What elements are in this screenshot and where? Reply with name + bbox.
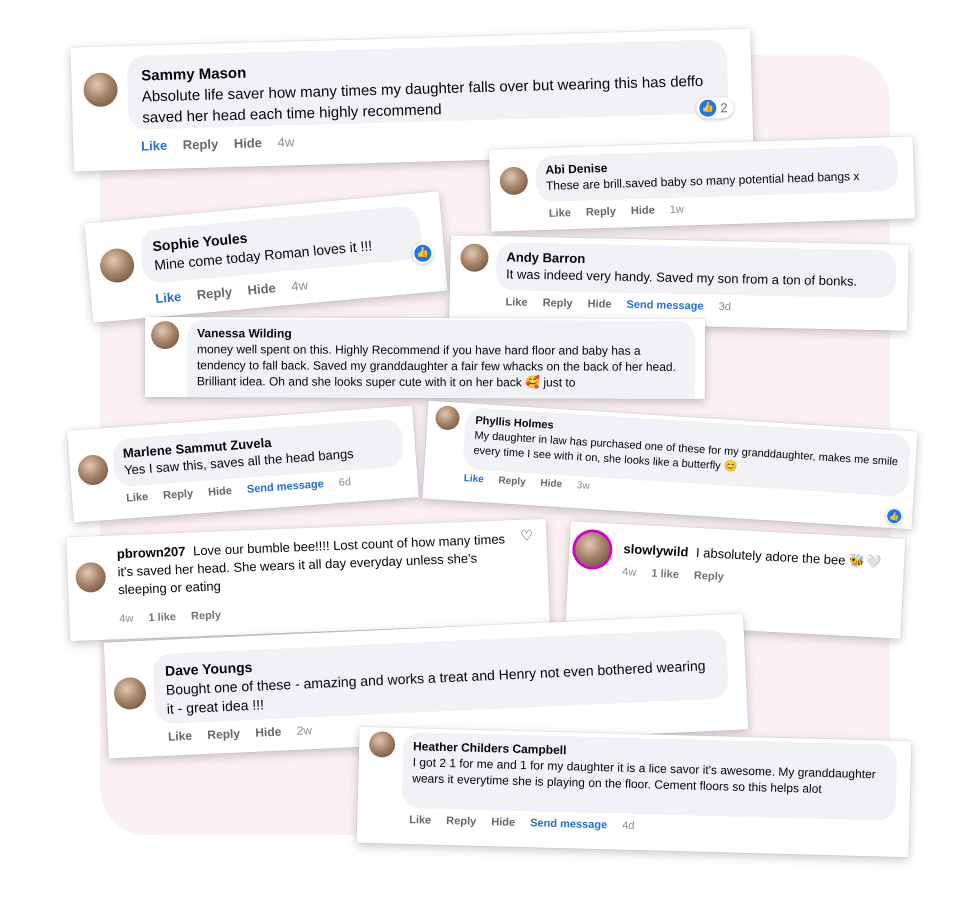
- comment-actions: Like Reply Hide Send message 4d: [409, 814, 647, 832]
- comment-timestamp[interactable]: 3w: [576, 480, 589, 492]
- reply-button[interactable]: Reply: [446, 815, 476, 828]
- comment-text: Love our bumble bee!!!! Lost count of ho…: [117, 531, 506, 598]
- hide-button[interactable]: Hide: [491, 816, 515, 829]
- comment-timestamp[interactable]: 4w: [291, 277, 309, 293]
- avatar[interactable]: [83, 72, 119, 108]
- comment-card-andy-barron: Andy Barron It was indeed very handy. Sa…: [449, 235, 909, 331]
- comment-text: money well spent on this. Highly Recomme…: [196, 342, 676, 390]
- reply-button[interactable]: Reply: [191, 609, 221, 622]
- comment-actions: Like Reply Hide 4w: [141, 134, 306, 154]
- like-button[interactable]: Like: [141, 138, 167, 154]
- hide-button[interactable]: Hide: [255, 725, 282, 740]
- comment-timestamp[interactable]: 4w: [622, 566, 637, 579]
- thumbs-up-icon: 👍: [699, 99, 717, 117]
- comment-bubble: Abi Denise These are brill.saved baby so…: [535, 144, 899, 203]
- hide-button[interactable]: Hide: [540, 478, 562, 490]
- like-button[interactable]: Like: [505, 296, 527, 308]
- comment-timestamp[interactable]: 4w: [277, 134, 294, 149]
- hide-button[interactable]: Hide: [234, 135, 263, 151]
- avatar[interactable]: [75, 561, 107, 593]
- like-button[interactable]: Like: [155, 289, 182, 306]
- like-button[interactable]: Like: [409, 814, 431, 827]
- comment-actions: Like Reply Hide 2w: [168, 723, 325, 744]
- avatar[interactable]: [76, 453, 110, 487]
- avatar[interactable]: [460, 243, 489, 273]
- comment-body: pbrown207 Love our bumble bee!!!! Lost c…: [117, 530, 519, 599]
- comment-actions: 4w 1 like Reply: [119, 609, 233, 625]
- hide-button[interactable]: Hide: [208, 485, 233, 499]
- comment-actions: Like Reply Hide Send message 3d: [505, 296, 743, 313]
- commenter-name[interactable]: pbrown207: [117, 544, 186, 562]
- comment-bubble: Andy Barron It was indeed very handy. Sa…: [495, 242, 897, 299]
- commenter-name[interactable]: Vanessa Wilding: [197, 325, 685, 343]
- likes-count[interactable]: 1 like: [651, 568, 679, 581]
- reply-button[interactable]: Reply: [498, 475, 526, 488]
- avatar[interactable]: [499, 166, 529, 196]
- comment-bubble: Vanessa Wilding money well spent on this…: [186, 319, 696, 399]
- hide-button[interactable]: Hide: [588, 298, 612, 310]
- reply-button[interactable]: Reply: [163, 488, 194, 502]
- reply-button[interactable]: Reply: [207, 726, 240, 741]
- comment-bubble: Dave Youngs Bought one of these - amazin…: [152, 628, 729, 725]
- like-button[interactable]: Like: [549, 207, 571, 220]
- reply-button[interactable]: Reply: [694, 570, 725, 584]
- heart-icon[interactable]: ♡: [520, 527, 533, 544]
- comment-card-pbrown207: pbrown207 Love our bumble bee!!!! Lost c…: [66, 518, 550, 642]
- like-button[interactable]: Like: [463, 473, 484, 485]
- reply-button[interactable]: Reply: [183, 136, 219, 152]
- reaction-count[interactable]: 👍 2: [696, 97, 734, 120]
- likes-count[interactable]: 1 like: [148, 611, 176, 624]
- hide-button[interactable]: Hide: [631, 204, 655, 217]
- send-message-button[interactable]: Send message: [246, 478, 324, 496]
- comment-timestamp[interactable]: 3d: [719, 301, 731, 313]
- comment-actions: Like Reply Hide 1w: [549, 203, 696, 220]
- thumbs-up-icon: 👍: [886, 508, 902, 524]
- comment-timestamp[interactable]: 6d: [338, 476, 351, 489]
- comment-card-abi-denise: Abi Denise These are brill.saved baby so…: [488, 136, 916, 232]
- avatar[interactable]: [151, 321, 180, 350]
- reply-button[interactable]: Reply: [543, 297, 573, 310]
- avatar[interactable]: [98, 247, 136, 284]
- hide-button[interactable]: Hide: [247, 280, 276, 297]
- comment-bubble: Sammy Mason Absolute life saver how many…: [126, 39, 729, 130]
- comment-timestamp[interactable]: 4w: [119, 613, 134, 626]
- avatar[interactable]: [113, 676, 147, 711]
- comment-timestamp[interactable]: 4d: [622, 820, 635, 832]
- comment-card-heather-childers-campbell: Heather Childers Campbell I got 2 1 for …: [356, 726, 912, 858]
- comment-actions: 4w 1 like Reply: [622, 566, 736, 584]
- avatar[interactable]: [434, 405, 461, 431]
- like-button[interactable]: Like: [126, 491, 149, 505]
- reply-button[interactable]: Reply: [196, 284, 233, 302]
- reaction-badge[interactable]: 👍: [411, 241, 435, 265]
- avatar[interactable]: [574, 531, 611, 568]
- reply-button[interactable]: Reply: [586, 206, 616, 219]
- like-button[interactable]: Like: [168, 729, 193, 744]
- send-message-button[interactable]: Send message: [626, 299, 703, 313]
- comment-card-vanessa-wilding: Vanessa Wilding money well spent on this…: [144, 317, 706, 399]
- comment-timestamp[interactable]: 2w: [296, 723, 312, 738]
- comment-timestamp[interactable]: 1w: [670, 204, 684, 216]
- comment-bubble: Heather Childers Campbell I got 2 1 for …: [401, 731, 898, 821]
- reaction-badge[interactable]: 👍: [885, 507, 903, 525]
- comment-bubble: Sophie Youles Mine come today Roman love…: [139, 205, 423, 285]
- commenter-name[interactable]: slowlywild: [623, 541, 689, 559]
- send-message-button[interactable]: Send message: [530, 817, 607, 831]
- comment-text: I absolutely adore the bee 🐝🤍: [695, 544, 882, 570]
- thumbs-up-icon: 👍: [413, 244, 433, 263]
- avatar[interactable]: [368, 731, 396, 758]
